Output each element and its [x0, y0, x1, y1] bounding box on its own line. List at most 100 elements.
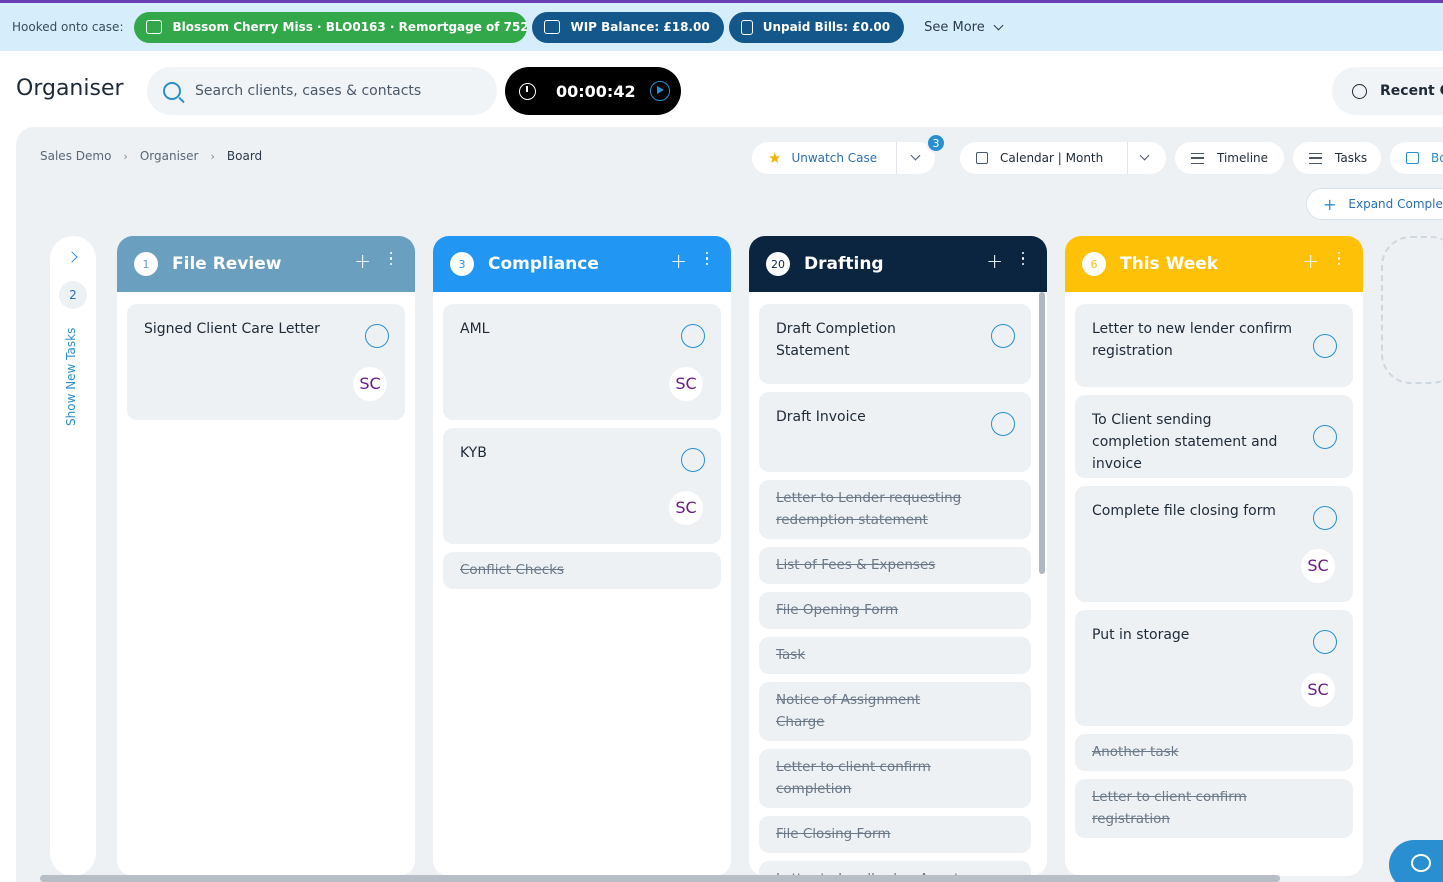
- avatar: SC: [353, 367, 387, 401]
- calendar-month-button[interactable]: Calendar | Month: [960, 142, 1166, 174]
- search-icon: [163, 82, 181, 100]
- breadcrumb-sales-demo[interactable]: Sales Demo: [40, 149, 111, 163]
- add-task-button[interactable]: +: [1302, 249, 1319, 273]
- breadcrumb-board: Board: [226, 149, 263, 163]
- chevron-right-icon[interactable]: [66, 251, 78, 263]
- breadcrumb: Sales Demo › Organiser › Board: [40, 149, 262, 163]
- column-title: This Week: [1120, 254, 1219, 274]
- completed-task-card[interactable]: File Opening Form: [759, 592, 1031, 629]
- chat-icon: [1411, 854, 1431, 872]
- task-title: Letter to new lender confirm registratio…: [1092, 321, 1293, 359]
- task-card[interactable]: Draft Invoice: [759, 392, 1031, 472]
- task-title: AML: [460, 321, 490, 337]
- task-title: Put in storage: [1092, 627, 1190, 643]
- star-icon: ★: [768, 149, 782, 167]
- case-pill[interactable]: Blossom Cherry Miss · BLO0163 · Remortga…: [134, 11, 528, 43]
- completed-task-card[interactable]: Letter to client confirm completion: [759, 749, 1031, 808]
- complete-checkbox[interactable]: [1313, 506, 1337, 530]
- new-tasks-count: 2: [59, 281, 87, 309]
- complete-checkbox[interactable]: [681, 448, 705, 472]
- more-options-icon[interactable]: [705, 250, 709, 267]
- task-card[interactable]: Complete file closing form SC: [1075, 486, 1353, 602]
- task-card[interactable]: To Client sending completion statement a…: [1075, 395, 1353, 478]
- task-title: Signed Client Care Letter: [144, 321, 320, 337]
- completed-task-card[interactable]: Notice of Assignment Charge: [759, 682, 1031, 741]
- complete-checkbox[interactable]: [1313, 334, 1337, 358]
- task-title: Draft Completion Statement: [776, 321, 896, 359]
- search-input[interactable]: [195, 83, 475, 99]
- unwatch-label: Unwatch Case: [791, 151, 878, 165]
- expand-label: Expand Comple: [1348, 197, 1443, 211]
- bill-icon: [740, 19, 753, 35]
- complete-checkbox[interactable]: [365, 324, 389, 348]
- add-column-placeholder[interactable]: [1381, 236, 1443, 384]
- completed-task-card[interactable]: File Closing Form: [759, 816, 1031, 853]
- see-more-button[interactable]: See More: [924, 19, 1004, 35]
- task-card[interactable]: AML SC: [443, 304, 721, 420]
- completed-task-card[interactable]: Another task: [1075, 734, 1353, 771]
- column-drafting: 20 Drafting + Draft Completion Statement…: [749, 236, 1047, 876]
- completed-task-card[interactable]: Task: [759, 637, 1031, 674]
- case-bar: Hooked onto case: Blossom Cherry Miss · …: [0, 0, 1443, 51]
- avatar: SC: [669, 491, 703, 525]
- divider: [1127, 142, 1128, 174]
- add-task-button[interactable]: +: [670, 249, 687, 273]
- board-scrollbar[interactable]: [40, 875, 1280, 882]
- avatar: SC: [669, 367, 703, 401]
- divider: [896, 142, 897, 174]
- new-tasks-strip[interactable]: 2 Show New Tasks: [50, 236, 96, 876]
- task-card[interactable]: Draft Completion Statement: [759, 304, 1031, 384]
- recent-button[interactable]: Recent C: [1332, 67, 1443, 115]
- task-title: Complete file closing form: [1092, 503, 1276, 519]
- hooked-label: Hooked onto case:: [12, 20, 124, 34]
- complete-checkbox[interactable]: [1313, 425, 1337, 449]
- timeline-label: Timeline: [1217, 151, 1269, 165]
- complete-checkbox[interactable]: [681, 324, 705, 348]
- task-card[interactable]: Letter to new lender confirm registratio…: [1075, 304, 1353, 387]
- add-task-button[interactable]: +: [986, 249, 1003, 273]
- expand-completed-button[interactable]: + Expand Comple: [1306, 188, 1443, 220]
- completed-task-card[interactable]: Letter to Landlord or Agent with: [759, 861, 1031, 876]
- page-title: Organiser: [16, 76, 124, 101]
- board-label: Bo: [1431, 151, 1443, 165]
- completed-task-card[interactable]: List of Fees & Expenses: [759, 547, 1031, 584]
- chat-button[interactable]: [1389, 840, 1443, 882]
- chevron-down-icon[interactable]: [910, 150, 921, 161]
- breadcrumb-organiser[interactable]: Organiser: [140, 149, 199, 163]
- timeline-button[interactable]: Timeline: [1175, 142, 1284, 174]
- complete-checkbox[interactable]: [1313, 630, 1337, 654]
- task-card[interactable]: Put in storage SC: [1075, 610, 1353, 726]
- board-button[interactable]: Bo: [1390, 142, 1443, 174]
- completed-task-card[interactable]: Letter to Lender requesting redemption s…: [759, 480, 1031, 539]
- play-icon[interactable]: [649, 81, 670, 101]
- column-scrollbar[interactable]: [1039, 292, 1045, 574]
- column-header: 6 This Week +: [1065, 236, 1363, 292]
- wip-balance-label: WIP Balance: £18.00: [570, 20, 710, 34]
- watchers-badge: 3: [926, 133, 946, 153]
- unpaid-bills-pill[interactable]: Unpaid Bills: £0.00: [728, 11, 905, 43]
- tasks-button[interactable]: Tasks: [1293, 142, 1381, 174]
- add-task-button[interactable]: +: [354, 249, 371, 273]
- completed-task-card[interactable]: Conflict Checks: [443, 552, 721, 589]
- show-new-tasks-label[interactable]: Show New Tasks: [64, 326, 78, 426]
- task-card[interactable]: Signed Client Care Letter SC: [127, 304, 405, 420]
- search-box[interactable]: [147, 67, 497, 115]
- complete-checkbox[interactable]: [991, 324, 1015, 348]
- tasks-label: Tasks: [1335, 151, 1368, 165]
- wip-balance-pill[interactable]: WIP Balance: £18.00: [532, 11, 724, 43]
- unwatch-case-button[interactable]: ★ Unwatch Case: [752, 142, 935, 174]
- more-options-icon[interactable]: [1021, 250, 1025, 267]
- more-options-icon[interactable]: [389, 250, 393, 267]
- completed-task-card[interactable]: Letter to client confirm registration: [1075, 779, 1353, 838]
- complete-checkbox[interactable]: [991, 412, 1015, 436]
- column-this-week: 6 This Week + Letter to new lender confi…: [1065, 236, 1363, 876]
- task-card[interactable]: KYB SC: [443, 428, 721, 544]
- briefcase-icon: [146, 20, 163, 34]
- see-more-label: See More: [924, 19, 985, 35]
- timer[interactable]: 00:00:42: [505, 67, 681, 115]
- calendar-label: Calendar | Month: [1000, 151, 1104, 165]
- recent-label: Recent C: [1380, 83, 1443, 99]
- more-options-icon[interactable]: [1337, 250, 1341, 267]
- chevron-down-icon[interactable]: [1139, 150, 1150, 161]
- task-title: KYB: [460, 445, 487, 461]
